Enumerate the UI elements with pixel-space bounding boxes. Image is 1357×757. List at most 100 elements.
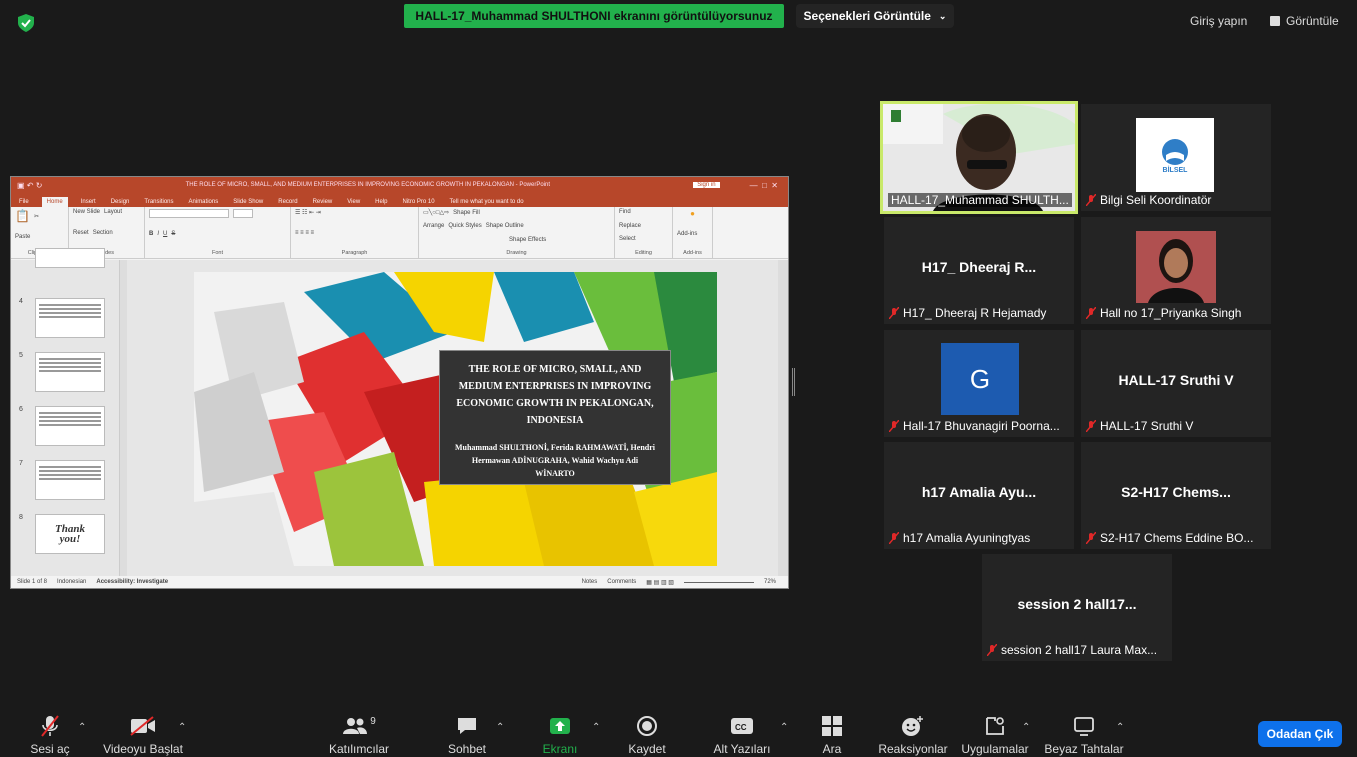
ppt-menu-tab[interactable]: View [345,197,362,207]
chevron-up-icon[interactable]: ⌃ [178,722,186,733]
ppt-menu-tab[interactable]: Review [311,197,335,207]
new-slide-button[interactable]: New Slide [73,209,100,215]
chevron-up-icon[interactable]: ⌃ [592,722,600,733]
notes-button[interactable]: Notes [582,579,598,585]
share-screen-button[interactable]: Ekranı paylaş [524,714,596,757]
replace-button[interactable]: Replace [619,223,641,229]
ppt-menu-tab[interactable]: File [17,197,31,207]
ppt-menu-tab[interactable]: Animations [187,197,221,207]
ppt-menu-tab[interactable]: Help [373,197,389,207]
participant-tile-shulthoni[interactable]: HALL-17_Muhammad SHULTH... [880,101,1078,214]
ppt-menu-bar: File Home Insert Design Transitions Animation… [11,193,788,207]
captions-button[interactable]: CC Alt Yazıları Göster [694,714,790,757]
slide-canvas[interactable]: THE ROLE OF MICRO, SMALL, AND MEDIUM ENT… [194,272,717,566]
login-button[interactable]: Giriş yapın [1190,14,1247,28]
shape-effects-button[interactable]: Shape Effects [509,237,546,243]
paste-icon[interactable]: 📋 [15,209,30,223]
thumbnail-number: 8 [19,514,23,521]
language-indicator[interactable]: Indonesian [57,579,86,585]
split-divider-handle[interactable] [792,368,795,396]
font-size-box[interactable] [233,209,253,218]
layout-button[interactable]: Layout [104,209,122,215]
shapes-icon[interactable]: ▭╲○□△⇨ [423,209,449,216]
slide-scrollbar[interactable] [778,260,788,576]
bold-icon[interactable]: B [149,231,153,237]
cut-icon[interactable]: ✂ [34,213,39,220]
ppt-menu-tab[interactable]: Insert [79,197,98,207]
add-ins-button[interactable]: Add-ins [677,231,697,237]
chat-button[interactable]: Sohbet [446,714,488,756]
shape-fill-button[interactable]: Shape Fill [453,210,480,216]
slide-title-box[interactable]: THE ROLE OF MICRO, SMALL, AND MEDIUM ENT… [439,350,671,485]
participant-tile-dheeraj[interactable]: H17_ Dheeraj R... H17_ Dheeraj R Hejamad… [884,217,1074,324]
slide-thumbnail[interactable] [35,248,105,268]
ppt-menu-tab[interactable]: Home [41,197,68,207]
record-button[interactable]: Kaydet [626,714,668,756]
participant-tile-bilgi[interactable]: BİLSEL Bilgi Seli Koordinatör [1081,104,1271,211]
select-button[interactable]: Select [619,236,636,242]
bullets-icon[interactable]: ☰ ☷ ⇤ ⇥ [295,209,321,216]
zoom-level[interactable]: 72% [764,579,776,585]
leave-meeting-button[interactable]: Odadan Çık [1258,721,1342,747]
window-controls[interactable]: — □ ✕ [750,181,778,190]
participant-name: session 2 hall17 Laura Max... [986,643,1157,657]
find-button[interactable]: Find [619,209,631,215]
arrange-button[interactable]: Arrange [423,223,444,229]
view-options-dropdown[interactable]: Seçenekleri Görüntüle ⌄ [796,4,954,28]
ppt-menu-tab[interactable]: Tell me what you want to do [448,197,526,207]
strikethrough-icon[interactable]: S [171,231,175,237]
participant-name: h17 Amalia Ayuningtyas [888,531,1030,545]
view-button[interactable]: Görüntüle [1270,14,1339,28]
quick-styles-button[interactable]: Quick Styles [448,223,481,229]
participant-tile-bhuvanagiri[interactable]: G Hall-17 Bhuvanagiri Poorna... [884,330,1074,437]
slide-thumbnail[interactable] [35,298,105,338]
shape-outline-button[interactable]: Shape Outline [486,223,524,229]
slide-thumbnail-pane[interactable]: 4 5 6 7 8 Thank you! [11,248,131,576]
ppt-menu-tab[interactable]: Record [276,197,299,207]
sign-in-button[interactable]: Sign in [693,182,720,188]
paste-label[interactable]: Paste [15,234,30,240]
chevron-up-icon[interactable]: ⌃ [496,722,504,733]
reset-button[interactable]: Reset [73,230,89,236]
slide-thumbnail[interactable] [35,460,105,500]
security-shield-icon[interactable] [18,14,34,32]
whiteboard-button[interactable]: Beyaz Tahtalar [1044,714,1124,756]
ppt-menu-tab[interactable]: Slide Show [231,197,265,207]
participant-tile-priyanka[interactable]: Hall no 17_Priyanka Singh [1081,217,1271,324]
section-button[interactable]: Section [93,230,113,236]
breakout-rooms-button[interactable]: Ara Odalar [804,714,860,757]
zoom-slider[interactable] [683,581,754,583]
font-name-box[interactable] [149,209,229,218]
ppt-menu-tab[interactable]: Transitions [142,197,175,207]
chevron-up-icon[interactable]: ⌃ [780,722,788,733]
shared-screen[interactable]: ▣ ↶ ↻ THE ROLE OF MICRO, SMALL, AND MEDI… [10,176,789,589]
accessibility-indicator[interactable]: Accessibility: Investigate [96,579,168,585]
comments-button[interactable]: Comments [607,579,636,585]
chevron-up-icon[interactable]: ⌃ [1116,722,1124,733]
chevron-up-icon[interactable]: ⌃ [78,722,86,733]
save-icon[interactable]: ▣ ↶ ↻ [17,181,42,190]
italic-icon[interactable]: I [157,231,159,237]
ppt-menu-tab[interactable]: Design [109,197,132,207]
participant-tile-sruthi[interactable]: HALL-17 Sruthi V HALL-17 Sruthi V [1081,330,1271,437]
slide-thumbnail[interactable]: Thank you! [35,514,105,554]
view-mode-icons[interactable]: ▦ ▤ ▥ ▧ [646,579,674,586]
participant-tile-laura[interactable]: session 2 hall17... session 2 hall17 Lau… [982,554,1172,661]
thumbnail-scrollbar[interactable] [119,260,127,576]
slide-thumbnail[interactable] [35,352,105,392]
apps-button[interactable]: Uygulamalar [958,714,1032,756]
participant-tile-chems[interactable]: S2-H17 Chems... S2-H17 Chems Eddine BO..… [1081,442,1271,549]
start-video-button[interactable]: Videoyu Başlat [100,714,186,756]
participants-button[interactable]: 9 Katılımcılar [324,714,394,757]
reactions-button[interactable]: Reaksiyonlar [878,714,948,756]
slide-thumbnail[interactable] [35,406,105,446]
participant-tile-amalia[interactable]: h17 Amalia Ayu... h17 Amalia Ayuningtyas [884,442,1074,549]
align-icon[interactable]: ≡ ≡ ≡ ≡ [295,230,314,236]
add-ins-icon[interactable]: ● [690,209,695,218]
underline-icon[interactable]: U [163,231,167,237]
ribbon-group-label: Editing [635,249,652,256]
chevron-up-icon[interactable]: ⌃ [1022,722,1030,733]
ppt-menu-tab[interactable]: Nitro Pro 10 [401,197,437,207]
unmute-button[interactable]: Sesi aç [28,714,72,756]
view-options-label: Seçenekleri Görüntüle [803,9,931,23]
